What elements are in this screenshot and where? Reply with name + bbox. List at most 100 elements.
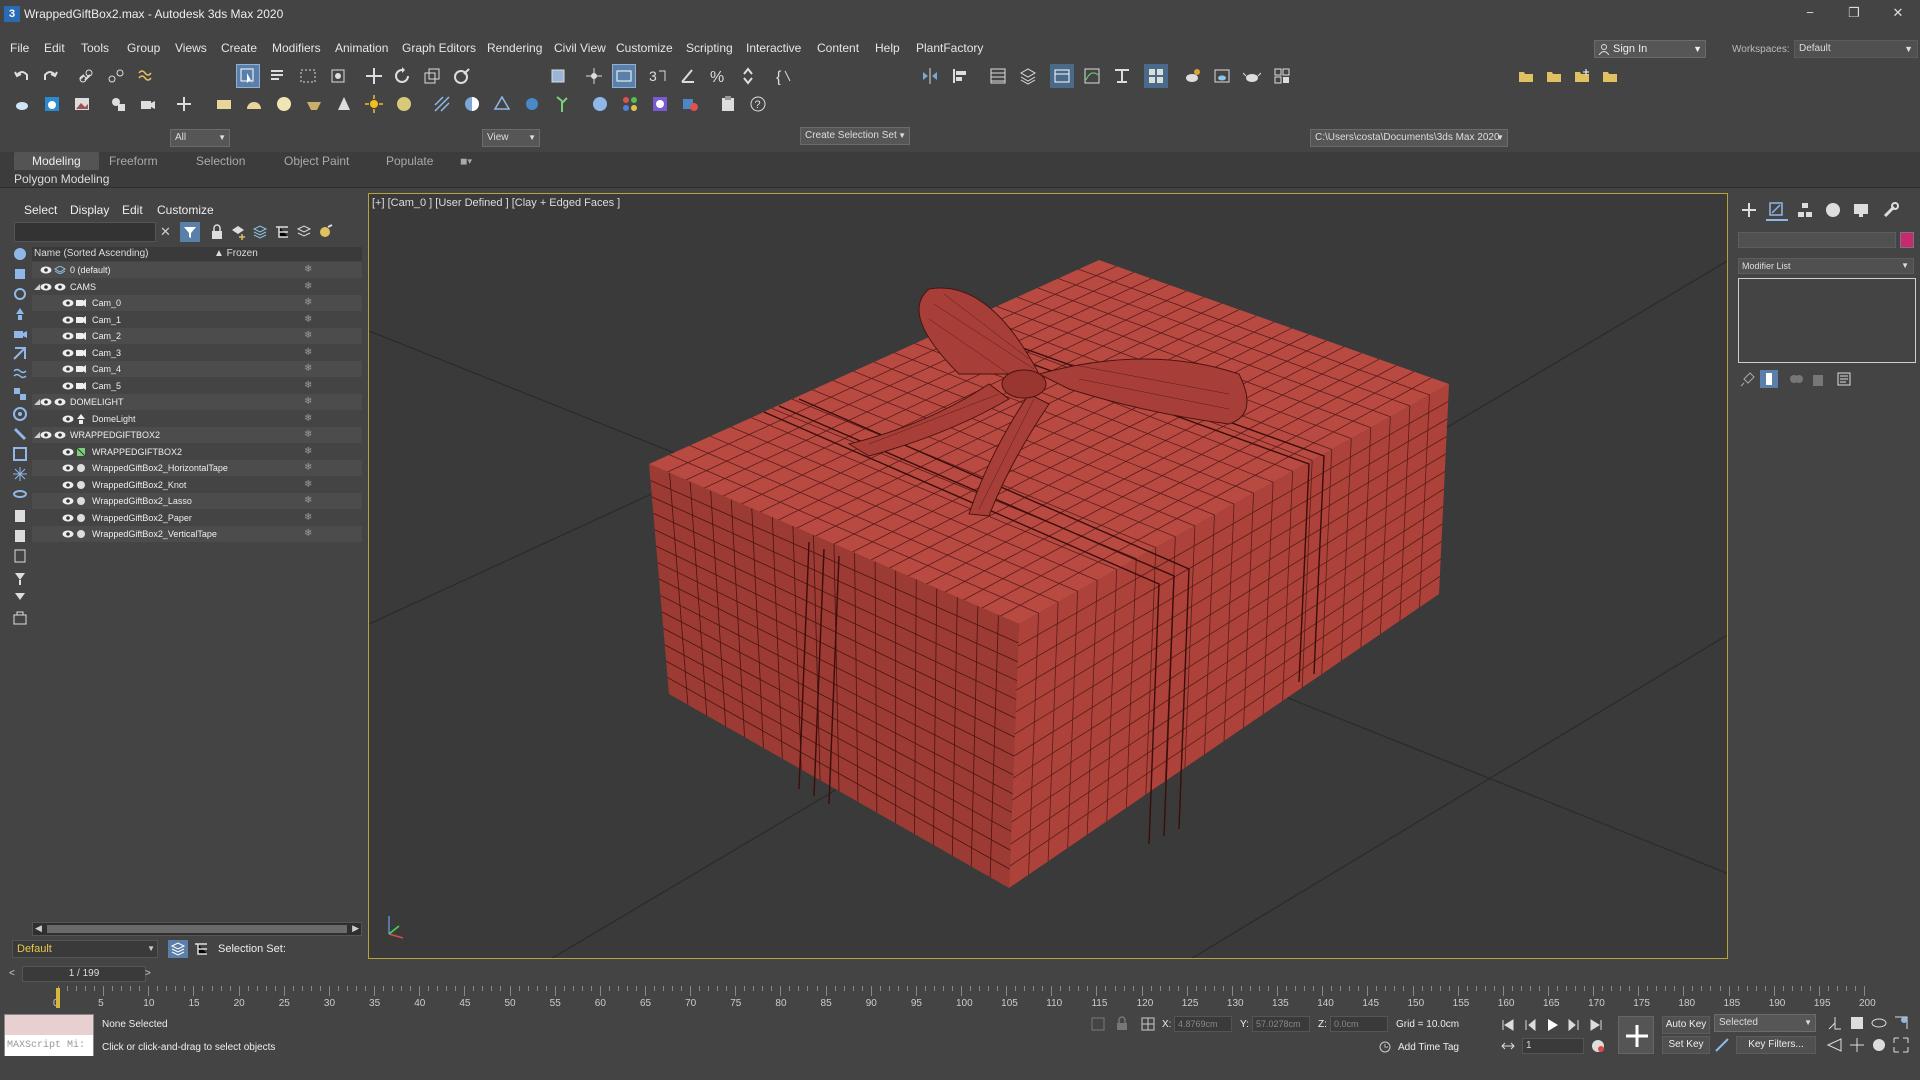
pin-stack-icon[interactable] [1740, 371, 1756, 387]
scene-search-input[interactable] [14, 222, 156, 242]
menu-scripting[interactable]: Scripting [686, 41, 733, 55]
key-mode-toggle-icon[interactable] [1500, 1038, 1516, 1054]
visibility-eye-icon[interactable] [54, 431, 66, 439]
place-button[interactable] [450, 64, 474, 88]
select-object-button[interactable] [236, 64, 260, 88]
restore-button[interactable]: ❐ [1832, 0, 1876, 28]
visibility-eye-icon[interactable] [40, 283, 52, 291]
selection-lock-icon[interactable] [1114, 1016, 1130, 1032]
project-folder-button[interactable] [1542, 64, 1566, 88]
visibility-eye-icon[interactable] [62, 514, 74, 522]
rendered-frame-window-button[interactable] [1210, 64, 1234, 88]
freeze-icon[interactable]: ❄ [304, 411, 312, 427]
track-bar[interactable]: 0510152025303540455055606570758085909510… [10, 986, 1876, 1010]
modifier-stack[interactable] [1738, 278, 1916, 363]
visibility-eye-icon[interactable] [62, 415, 74, 423]
freeze-icon[interactable]: ❄ [304, 345, 312, 361]
display-influences-icon[interactable] [12, 528, 28, 544]
z-coord-field[interactable]: 0.0cm [1330, 1016, 1388, 1032]
undo-button[interactable] [10, 64, 34, 88]
maxscript-input[interactable]: MAXScript Mi: [5, 1035, 93, 1056]
display-geometry-icon[interactable] [12, 266, 28, 282]
display-hidden-icon[interactable] [12, 486, 28, 502]
menu-modifiers[interactable]: Modifiers [272, 41, 321, 55]
clear-search-icon[interactable]: ✕ [160, 224, 171, 240]
menu-graph-editors[interactable]: Graph Editors [402, 41, 476, 55]
zoom-extents-icon[interactable] [1892, 1014, 1910, 1032]
freeze-icon[interactable]: ❄ [304, 394, 312, 410]
shelf-ball-button[interactable] [392, 92, 416, 116]
visibility-eye-icon[interactable] [62, 481, 74, 489]
lock-icon[interactable] [210, 224, 224, 240]
render-in-cloud-button[interactable] [1270, 64, 1294, 88]
ribbon-toggle-button[interactable] [1050, 64, 1074, 88]
shelf-image-button[interactable] [70, 92, 94, 116]
display-helpers-icon[interactable] [12, 346, 28, 362]
object-name-input[interactable] [1738, 232, 1896, 248]
shelf-helpers-button[interactable] [172, 92, 196, 116]
shelf-cone-button[interactable] [332, 92, 356, 116]
se-menu-display[interactable]: Display [70, 203, 109, 217]
shelf-scene-button[interactable] [40, 92, 64, 116]
angle-snap-button[interactable] [676, 64, 700, 88]
redo-button[interactable] [38, 64, 62, 88]
sync-selection-icon[interactable] [12, 570, 28, 586]
object-color-swatch[interactable] [1900, 232, 1914, 248]
hierarchy-toggle-icon[interactable] [193, 941, 209, 957]
scene-explorer-row[interactable]: Cam_3 ❄ [32, 345, 362, 361]
time-tag-icon[interactable] [1378, 1040, 1392, 1054]
next-frame-icon[interactable] [1566, 1017, 1582, 1033]
create-tab-icon[interactable] [1740, 201, 1758, 219]
move-button[interactable] [362, 64, 386, 88]
scroll-left-icon[interactable]: ◀ [35, 923, 42, 934]
maxscript-listener[interactable]: MAXScript Mi: [4, 1014, 94, 1056]
display-tab-icon[interactable] [1852, 201, 1870, 219]
show-end-result-button[interactable] [1760, 370, 1778, 388]
filter-funnel-icon[interactable] [12, 590, 28, 606]
pivot-center-button[interactable] [546, 64, 570, 88]
new-key-button[interactable] [1618, 1016, 1654, 1054]
visibility-eye-icon[interactable] [40, 398, 52, 406]
freeze-icon[interactable]: ❄ [304, 262, 312, 278]
tab-freeform[interactable]: Freeform [109, 152, 158, 170]
scene-explorer-row[interactable]: ◢ DOMELIGHT ❄ [32, 394, 362, 410]
layers-icon[interactable] [252, 224, 268, 240]
display-dependents-icon[interactable] [12, 548, 28, 564]
key-tangent-icon[interactable] [1714, 1037, 1730, 1053]
zoom-icon[interactable] [1826, 1014, 1844, 1032]
se-menu-select[interactable]: Select [24, 203, 57, 217]
snaps-toggle-button[interactable]: 3 [646, 64, 670, 88]
maximize-viewport-icon[interactable] [1892, 1036, 1910, 1054]
auto-key-button[interactable]: Auto Key [1662, 1016, 1710, 1034]
next-frame-arrow[interactable]: > [145, 968, 151, 979]
scene-explorer-row[interactable]: Cam_4 ❄ [32, 361, 362, 377]
shelf-bowl-button[interactable] [302, 92, 326, 116]
render-production-button[interactable] [1240, 64, 1264, 88]
layer-explorer-toggle[interactable] [168, 940, 188, 958]
current-frame-field[interactable]: 1 [1522, 1038, 1584, 1054]
visibility-eye-icon[interactable] [62, 349, 74, 357]
display-spacewarps-icon[interactable] [12, 366, 28, 382]
se-menu-customize[interactable]: Customize [157, 203, 214, 217]
visibility-eye-icon[interactable] [62, 316, 74, 324]
bind-space-warp-button[interactable] [134, 64, 158, 88]
mirror-button[interactable] [918, 64, 942, 88]
tab-populate[interactable]: Populate [386, 152, 433, 170]
sign-in-dropdown[interactable]: Sign In ▼ [1594, 40, 1706, 58]
menu-interactive[interactable]: Interactive [746, 41, 801, 55]
display-frozen-icon[interactable] [12, 466, 28, 482]
current-frame-marker[interactable] [56, 988, 60, 1008]
freeze-icon[interactable]: ❄ [304, 378, 312, 394]
shelf-bones-button[interactable] [490, 92, 514, 116]
window-crossing-button[interactable] [326, 64, 350, 88]
freeze-icon[interactable]: ❄ [304, 510, 312, 526]
new-project-button[interactable] [1570, 64, 1594, 88]
tab-object-paint[interactable]: Object Paint [284, 152, 349, 170]
menu-customize[interactable]: Customize [616, 41, 673, 55]
visibility-eye-icon[interactable] [62, 382, 74, 390]
motion-tab-icon[interactable] [1824, 201, 1842, 219]
display-shapes-icon[interactable] [12, 286, 28, 302]
shelf-sphere-button[interactable] [272, 92, 296, 116]
scene-explorer-row[interactable]: 0 (default) ❄ [32, 262, 362, 278]
freeze-icon[interactable]: ❄ [304, 328, 312, 344]
